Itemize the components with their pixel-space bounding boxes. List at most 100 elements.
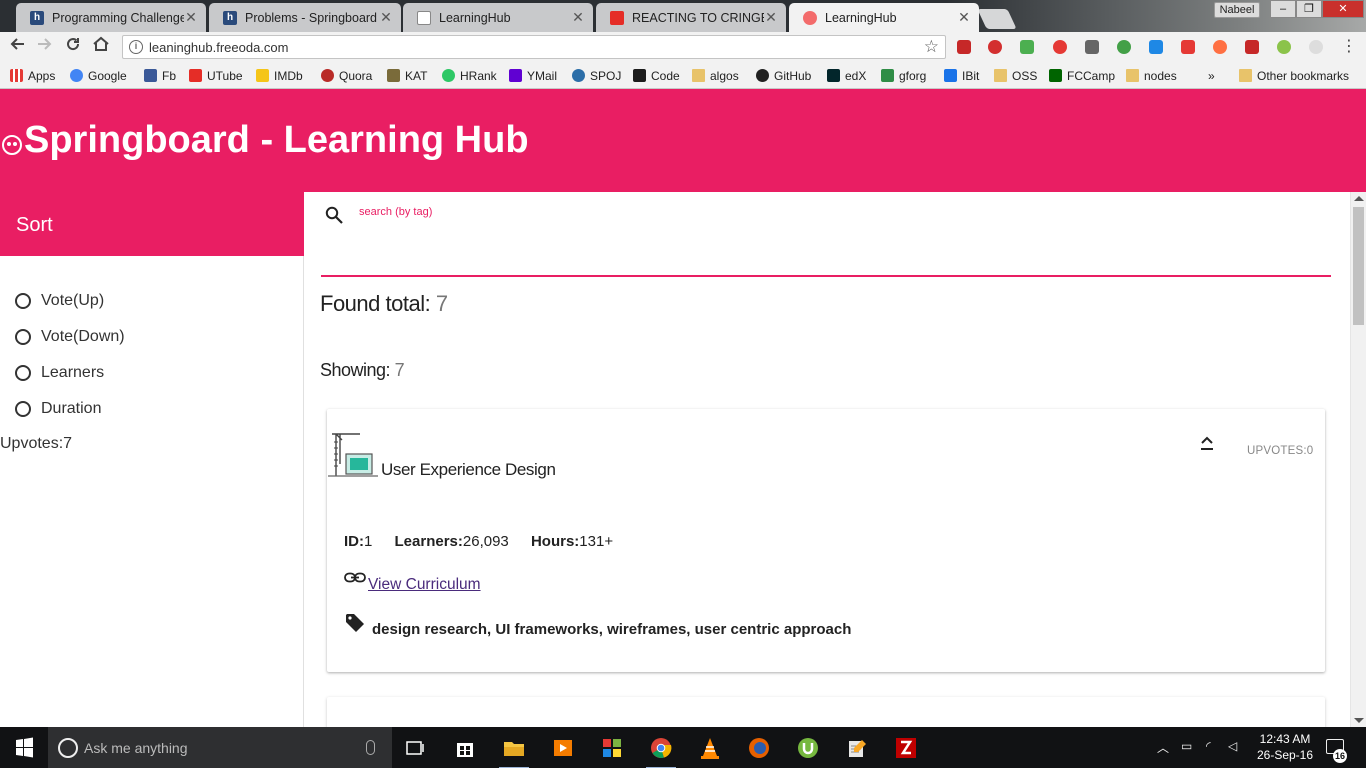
extension-icon[interactable]: [1245, 40, 1259, 54]
adblock-plus-icon[interactable]: [988, 40, 1002, 54]
course-meta: ID:1 Learners:26,093 Hours:131+: [344, 533, 613, 550]
sort-option-learners[interactable]: Learners: [15, 362, 104, 384]
close-tab-icon[interactable]: ✕: [184, 9, 198, 26]
angular-extension-icon[interactable]: [957, 40, 971, 54]
bookmark-fb[interactable]: Fb: [144, 67, 176, 84]
utorrent-app[interactable]: [793, 733, 823, 763]
file-explorer-app[interactable]: [499, 733, 529, 768]
notepad-app[interactable]: [842, 733, 872, 763]
sort-option-duration[interactable]: Duration: [15, 398, 101, 420]
page-scrollbar[interactable]: [1350, 192, 1366, 727]
bookmark-folder-nodes[interactable]: nodes: [1126, 67, 1177, 84]
bookmark-google[interactable]: Google: [70, 67, 127, 84]
extension-icon[interactable]: [1020, 40, 1034, 54]
radio-button[interactable]: [15, 365, 31, 381]
extension-icon[interactable]: [1117, 40, 1131, 54]
media-app[interactable]: [548, 733, 578, 763]
volume-icon[interactable]: ◁: [1228, 739, 1237, 753]
extension-icon[interactable]: [1053, 40, 1067, 54]
course-learners: 26,093: [462, 533, 509, 550]
bookmark-label: Fb: [162, 68, 177, 83]
extension-icon[interactable]: [1085, 40, 1099, 54]
browser-tab[interactable]: h Programming Challenge ✕: [16, 3, 206, 32]
filezilla-icon: [896, 738, 916, 758]
system-clock[interactable]: 12:43 AM 26-Sep-16: [1250, 731, 1320, 763]
radio-button[interactable]: [15, 401, 31, 417]
browser-tab[interactable]: REACTING TO CRINGE /v ✕: [596, 3, 786, 32]
close-tab-icon[interactable]: ✕: [379, 9, 393, 26]
address-url[interactable]: leaninghub.freeoda.com: [149, 40, 289, 55]
extension-icon[interactable]: [1149, 40, 1163, 54]
bookmark-edx[interactable]: edX: [827, 67, 866, 84]
sort-sidebar: Sort Vote(Up) Vote(Down) Learners Durati…: [0, 192, 304, 727]
filezilla-app[interactable]: [891, 733, 921, 763]
maximize-button[interactable]: ❐: [1296, 0, 1322, 18]
chevron-up-icon[interactable]: [1200, 435, 1214, 451]
forward-button[interactable]: [34, 36, 56, 58]
bookmark-label: Code: [651, 68, 680, 83]
task-view-button[interactable]: [401, 733, 431, 763]
extension-icon[interactable]: [1213, 40, 1227, 54]
bookmark-star-icon[interactable]: ☆: [924, 37, 939, 57]
battery-icon[interactable]: ▭: [1181, 739, 1192, 753]
chrome-extension-icon[interactable]: [1277, 40, 1291, 54]
wifi-icon[interactable]: ◜: [1206, 739, 1211, 753]
bookmark-github[interactable]: GitHub: [756, 67, 811, 84]
bookmark-spoj[interactable]: SPOJ: [572, 67, 621, 84]
address-bar[interactable]: i leaninghub.freeoda.com ☆: [122, 35, 946, 59]
browser-tab-active[interactable]: LearningHub ✕: [789, 3, 979, 32]
bookmark-ibit[interactable]: IBit: [944, 67, 979, 84]
radio-button[interactable]: [15, 293, 31, 309]
sort-option-vote-down[interactable]: Vote(Down): [15, 326, 125, 348]
bookmark-ymail[interactable]: YMail: [509, 67, 557, 84]
browser-tab[interactable]: h Problems - Springboard ✕: [209, 3, 401, 32]
chrome-app[interactable]: [646, 733, 676, 768]
bookmark-label: IBit: [962, 68, 980, 83]
radio-button[interactable]: [15, 329, 31, 345]
start-button[interactable]: [0, 727, 48, 768]
show-hidden-icons-chevron-icon[interactable]: ︿: [1157, 739, 1169, 756]
bookmark-kat[interactable]: KAT: [387, 67, 427, 84]
minimize-button[interactable]: ‒: [1270, 0, 1296, 18]
bookmark-code[interactable]: Code: [633, 67, 680, 84]
cortana-search-box[interactable]: Ask me anything: [48, 727, 392, 768]
close-window-button[interactable]: ✕: [1322, 0, 1364, 18]
scrollbar-thumb[interactable]: [1353, 207, 1364, 325]
bookmark-utube[interactable]: UTube: [189, 67, 243, 84]
close-tab-icon[interactable]: ✕: [764, 9, 778, 26]
store-app[interactable]: [450, 733, 480, 763]
bookmark-fccamp[interactable]: FCCamp: [1049, 67, 1115, 84]
microphone-icon[interactable]: [366, 740, 375, 755]
bookmark-quora[interactable]: Quora: [321, 67, 372, 84]
close-tab-icon[interactable]: ✕: [571, 9, 585, 26]
extension-icon[interactable]: [1181, 40, 1195, 54]
bookmarks-overflow-button[interactable]: »: [1208, 67, 1215, 84]
bookmark-apps[interactable]: Apps: [10, 67, 55, 84]
view-curriculum-link[interactable]: View Curriculum: [368, 576, 481, 594]
bookmark-folder-other[interactable]: Other bookmarks: [1239, 67, 1349, 84]
site-info-icon[interactable]: i: [129, 40, 143, 54]
scroll-down-arrow-icon[interactable]: [1354, 718, 1364, 723]
search-input[interactable]: [359, 202, 659, 222]
firefox-app[interactable]: [744, 733, 774, 763]
reload-button[interactable]: [62, 36, 84, 58]
bookmark-folder-oss[interactable]: OSS: [994, 67, 1037, 84]
tag-icon: [346, 614, 364, 632]
extension-off-icon[interactable]: [1309, 40, 1323, 54]
sort-option-vote-up[interactable]: Vote(Up): [15, 290, 104, 312]
vlc-app[interactable]: [695, 733, 725, 763]
kat-icon: [387, 69, 400, 82]
close-tab-icon[interactable]: ✕: [957, 9, 971, 26]
bookmark-folder-algos[interactable]: algos: [692, 67, 739, 84]
bookmark-hrank[interactable]: HRank: [442, 67, 497, 84]
bookmark-label: HRank: [460, 68, 497, 83]
scroll-up-arrow-icon[interactable]: [1354, 196, 1364, 201]
profile-button[interactable]: Nabeel: [1214, 2, 1260, 18]
bookmark-imdb[interactable]: IMDb: [256, 67, 303, 84]
back-button[interactable]: [6, 36, 28, 58]
home-button[interactable]: [90, 36, 112, 58]
bookmark-gforg[interactable]: gforg: [881, 67, 926, 84]
chrome-menu-icon[interactable]: ⋮: [1338, 36, 1360, 58]
browser-tab[interactable]: LearningHub ✕: [403, 3, 593, 32]
office-app[interactable]: [597, 733, 627, 763]
